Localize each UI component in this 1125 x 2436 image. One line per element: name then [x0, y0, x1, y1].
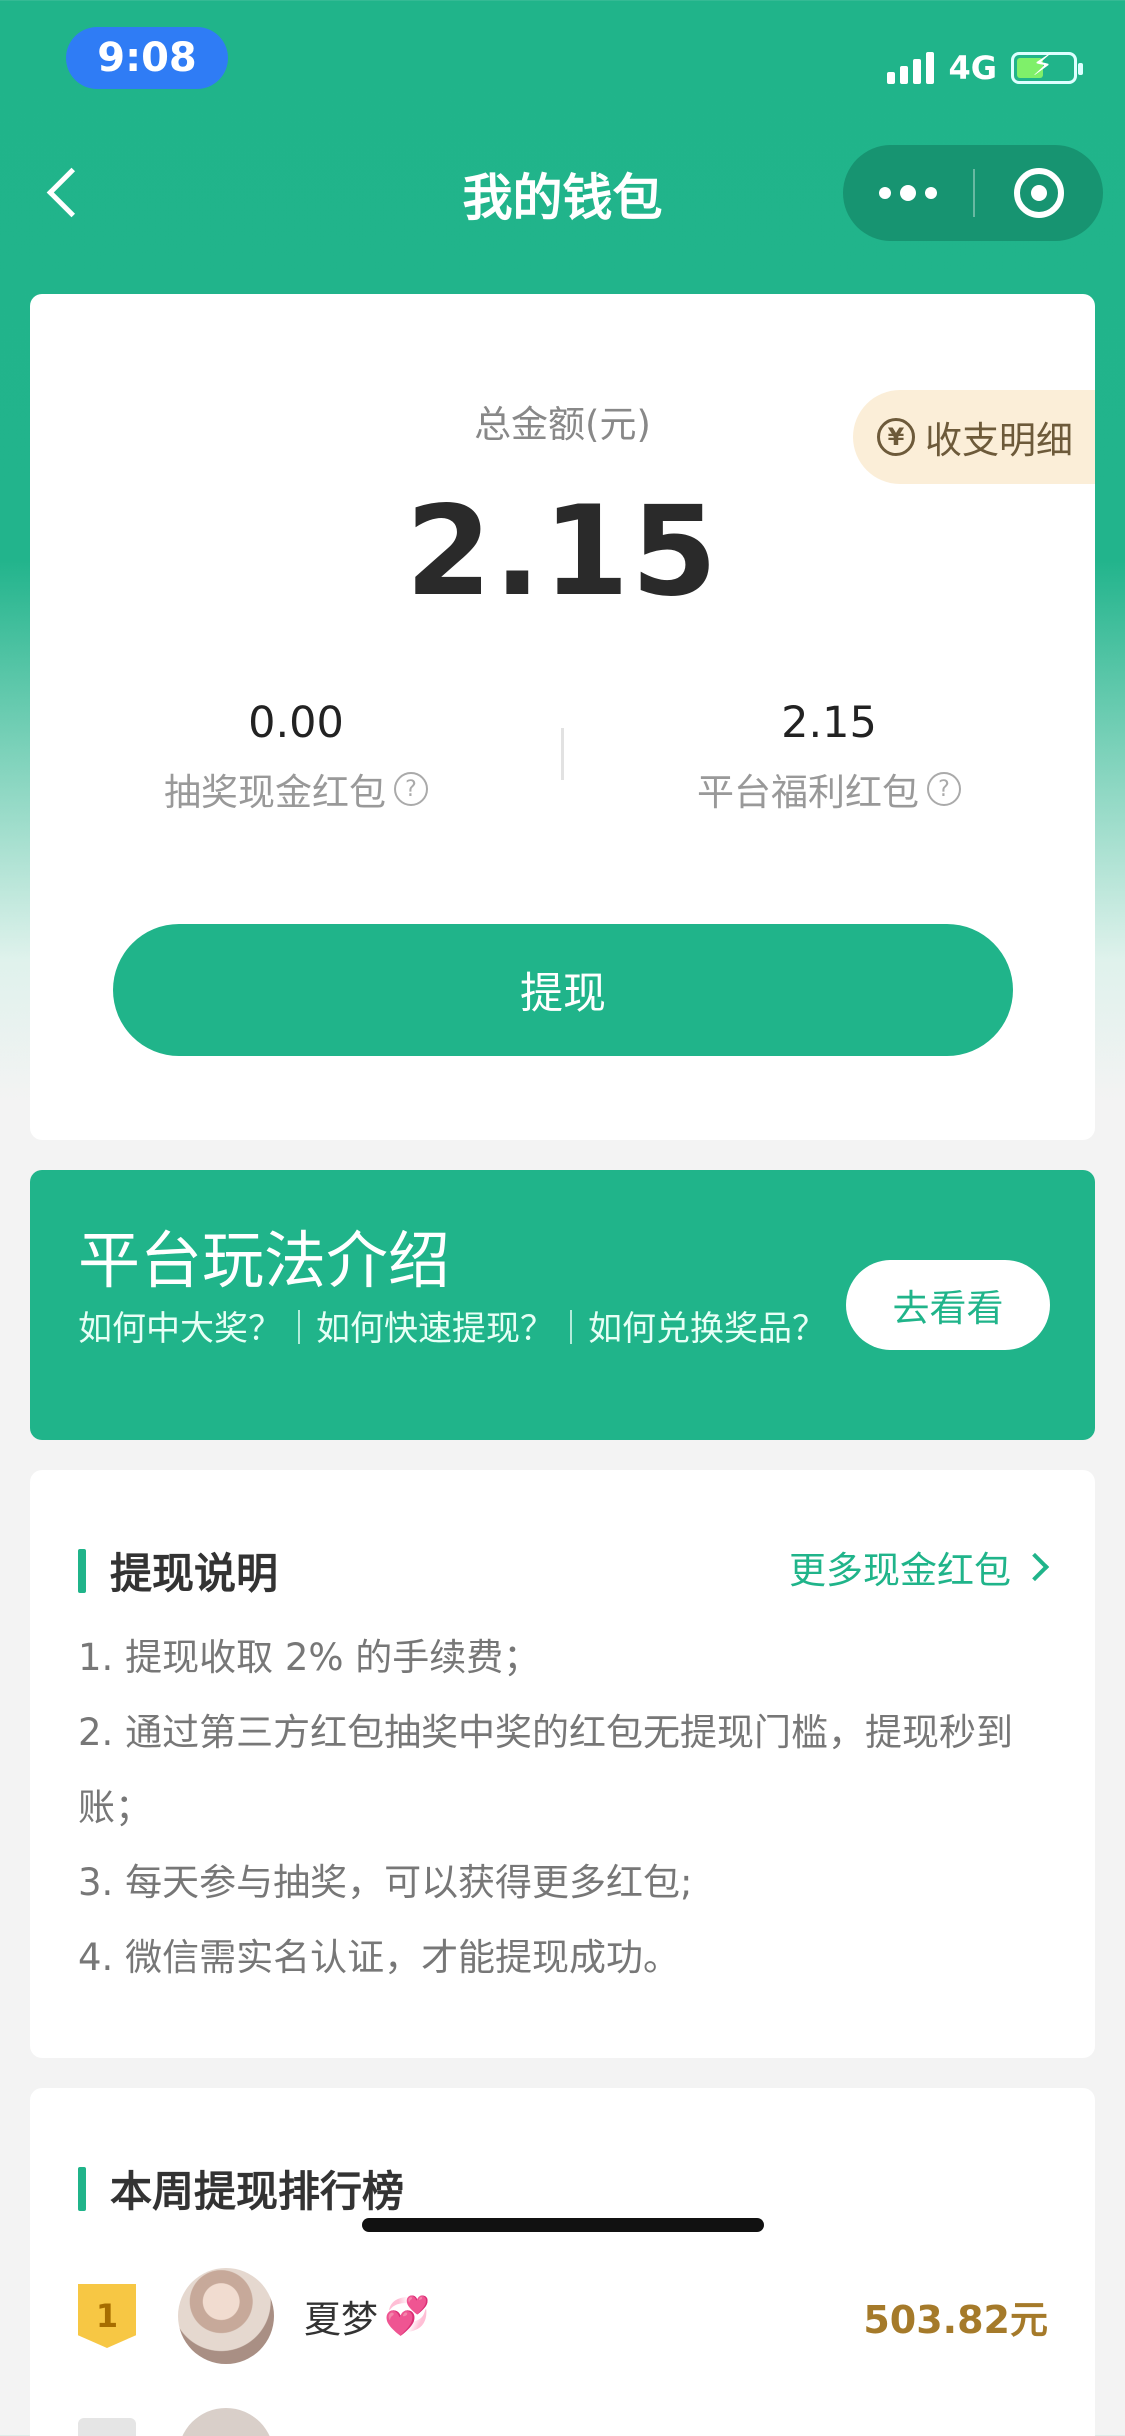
more-cash-link[interactable]: 更多现金红包 — [789, 1540, 1050, 1594]
intro-card: 平台玩法介绍 如何中大奖？｜如何快速提现？｜如何兑换奖品？ 去看看 — [30, 1170, 1095, 1440]
ranking-row[interactable]: 1 夏梦 💞 503.82元 — [78, 2266, 1048, 2366]
note-item: 4. 微信需实名认证，才能提现成功。 — [78, 1936, 681, 1979]
wallet-card: 总金额(元) 2.15 ¥ 收支明细 0.00 抽奖现金红包 ? 2.15 平台… — [30, 294, 1095, 1140]
more-cash-label: 更多现金红包 — [789, 1549, 1011, 1592]
mini-program-capsule — [843, 145, 1103, 241]
status-indicators: 4G ⚡ — [887, 46, 1083, 90]
platform-bonus-section: 2.15 平台福利红包 ? — [563, 698, 1095, 816]
intro-title: 平台玩法介绍 — [78, 1224, 451, 1297]
note-item: 2. 通过第三方红包抽奖中奖的红包无提现门槛，提现秒到账； — [78, 1711, 1014, 1829]
note-item: 1. 提现收取 2% 的手续费； — [78, 1636, 541, 1679]
user-name: 夏梦 — [304, 2298, 378, 2341]
section-accent-bar — [78, 1548, 86, 1593]
close-target-icon[interactable] — [975, 145, 1103, 241]
lottery-cash-value: 0.00 — [248, 698, 344, 748]
go-see-button[interactable]: 去看看 — [846, 1260, 1050, 1350]
transaction-detail-button[interactable]: ¥ 收支明细 — [853, 390, 1095, 484]
ranking-card: 本周提现排行榜 1 夏梦 💞 503.82元 — [30, 2088, 1095, 2436]
section-accent-bar — [78, 2166, 86, 2211]
transaction-detail-label: 收支明细 — [925, 419, 1073, 462]
intro-description: 如何中大奖？｜如何快速提现？｜如何兑换奖品？ — [78, 1309, 826, 1349]
ranking-row-partial — [78, 2408, 1048, 2436]
notes-list: 1. 提现收取 2% 的手续费； 2. 通过第三方红包抽奖中奖的红包无提现门槛，… — [78, 1620, 1058, 1995]
status-time: 9:08 — [66, 27, 228, 89]
battery-icon: ⚡ — [1011, 51, 1083, 84]
withdraw-amount: 503.82元 — [863, 2297, 1048, 2342]
signal-icon — [887, 52, 935, 84]
withdraw-notes-card: 提现说明 更多现金红包 1. 提现收取 2% 的手续费； 2. 通过第三方红包抽… — [30, 1470, 1095, 2058]
rank-badge: 1 — [78, 2284, 136, 2348]
chevron-right-icon — [1020, 1552, 1050, 1582]
lottery-cash-label: 抽奖现金红包 — [164, 771, 386, 814]
avatar — [178, 2268, 274, 2364]
total-amount: 2.15 — [405, 480, 720, 624]
withdraw-button[interactable]: 提现 — [113, 924, 1013, 1056]
help-icon[interactable]: ? — [394, 772, 428, 806]
more-icon[interactable] — [843, 145, 973, 241]
rank-badge — [78, 2418, 136, 2436]
help-icon[interactable]: ? — [927, 772, 961, 806]
platform-bonus-value: 2.15 — [781, 698, 877, 748]
heart-emoji: 💞 — [384, 2294, 431, 2337]
avatar — [178, 2408, 274, 2436]
platform-bonus-label: 平台福利红包 — [697, 771, 919, 814]
note-item: 3. 每天参与抽奖，可以获得更多红包; — [78, 1861, 693, 1904]
lottery-cash-section: 0.00 抽奖现金红包 ? — [30, 698, 562, 816]
home-indicator — [362, 2218, 764, 2232]
section-title: 本周提现排行榜 — [110, 2167, 405, 2216]
section-title: 提现说明 — [110, 1549, 279, 1598]
network-type: 4G — [948, 49, 997, 87]
yen-icon: ¥ — [877, 418, 915, 456]
